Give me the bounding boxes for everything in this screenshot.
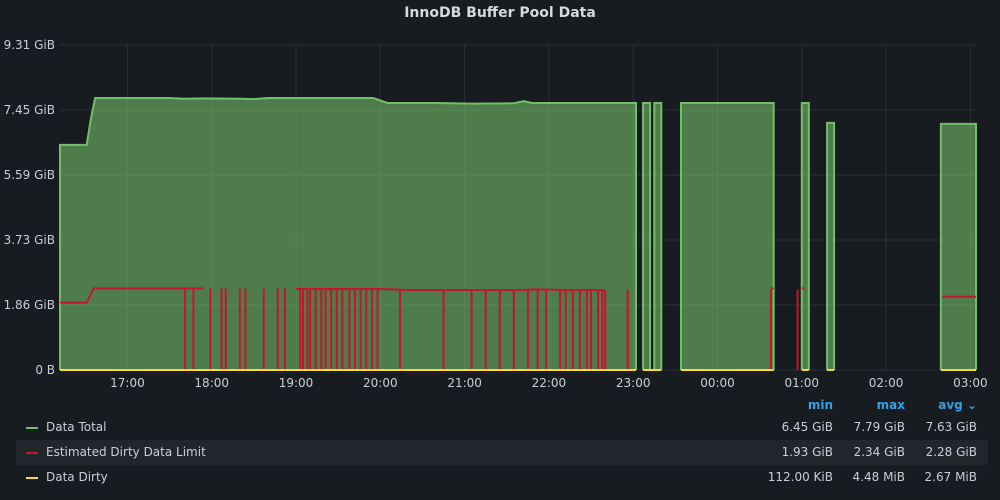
y-axis: 0 B 1.86 GiB 3.73 GiB 5.59 GiB 7.45 GiB 9.31 …	[4, 38, 55, 377]
legend-color-swatch	[26, 452, 38, 454]
legend-row[interactable]: Estimated Dirty Data Limit 1.93 GiB 2.34 G…	[16, 440, 988, 465]
legend-series-name[interactable]: Estimated Dirty Data Limit	[46, 440, 206, 465]
x-tick-label: 17:00	[110, 376, 145, 390]
legend-avg-value: 7.63 GiB	[925, 420, 977, 434]
legend-header: min max avg ⌄	[16, 395, 988, 415]
y-tick-label: 7.45 GiB	[4, 103, 55, 117]
x-axis: 17:00 18:00 19:00 20:00 21:00 22:00 23:00 00:00…	[110, 376, 988, 390]
legend-max-value: 7.79 GiB	[853, 420, 905, 434]
legend-row[interactable]: Data Dirty 112.00 KiB 4.48 MiB 2.67 MiB	[16, 465, 988, 490]
x-tick-label: 21:00	[447, 376, 482, 390]
data-total-area	[827, 122, 835, 370]
legend-series-name[interactable]: Data Dirty	[46, 465, 108, 490]
data-total-area	[680, 102, 774, 371]
data-total-area	[654, 102, 662, 371]
chart-series	[59, 97, 977, 371]
data-total-area	[643, 102, 651, 371]
legend-min-value: 112.00 KiB	[767, 470, 833, 484]
legend-series-name[interactable]: Data Total	[46, 415, 107, 440]
legend-table: min max avg ⌄ Data Total 6.45 GiB 7.79 GiB…	[16, 395, 988, 490]
chart-svg[interactable]: 0 B 1.86 GiB 3.73 GiB 5.59 GiB 7.45 GiB 9.31 …	[0, 0, 1000, 395]
y-tick-label: 5.59 GiB	[4, 168, 55, 182]
legend-max-value: 2.34 GiB	[853, 445, 905, 459]
legend-row[interactable]: Data Total 6.45 GiB 7.79 GiB 7.63 GiB	[16, 415, 988, 440]
legend-min-value: 1.93 GiB	[781, 445, 833, 459]
x-tick-label: 01:00	[784, 376, 819, 390]
x-tick-label: 20:00	[363, 376, 398, 390]
x-tick-label: 19:00	[279, 376, 314, 390]
y-tick-label: 1.86 GiB	[4, 298, 55, 312]
legend-header-max[interactable]: max	[825, 398, 905, 412]
data-total-area	[60, 98, 637, 371]
legend-min-value: 6.45 GiB	[781, 420, 833, 434]
legend-avg-value: 2.67 MiB	[924, 470, 977, 484]
y-tick-label: 0 B	[35, 363, 55, 377]
x-tick-label: 23:00	[616, 376, 651, 390]
x-tick-label: 22:00	[532, 376, 567, 390]
legend-header-avg[interactable]: avg ⌄	[897, 398, 977, 412]
data-total-area	[940, 123, 976, 370]
data-total-area	[801, 102, 809, 371]
y-tick-label: 9.31 GiB	[4, 38, 55, 52]
legend-color-swatch	[26, 477, 38, 479]
legend-color-swatch	[26, 427, 38, 429]
y-tick-label: 3.73 GiB	[4, 233, 55, 247]
x-tick-label: 03:00	[953, 376, 988, 390]
legend-max-value: 4.48 MiB	[852, 470, 905, 484]
x-tick-label: 18:00	[194, 376, 229, 390]
legend-header-min[interactable]: min	[753, 398, 833, 412]
x-tick-label: 02:00	[869, 376, 904, 390]
legend-rows: Data Total 6.45 GiB 7.79 GiB 7.63 GiB Estima…	[16, 415, 988, 490]
x-tick-label: 00:00	[700, 376, 735, 390]
legend-avg-value: 2.28 GiB	[925, 445, 977, 459]
